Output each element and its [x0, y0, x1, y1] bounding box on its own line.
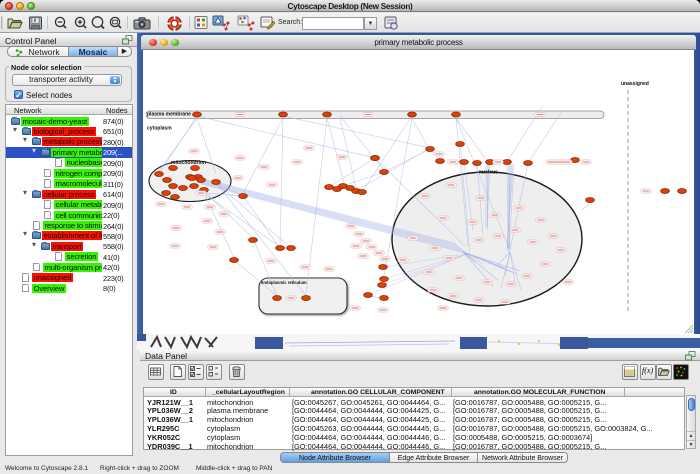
- svg-text:endoplasmic reticulum: endoplasmic reticulum: [261, 280, 307, 285]
- svg-text:unassigned: unassigned: [621, 81, 649, 87]
- svg-text:plasma membrane: plasma membrane: [147, 112, 191, 118]
- svg-text:nucleus: nucleus: [479, 170, 498, 176]
- svg-text:mitochondrion: mitochondrion: [171, 160, 206, 166]
- svg-text:cytoplasm: cytoplasm: [147, 126, 172, 132]
